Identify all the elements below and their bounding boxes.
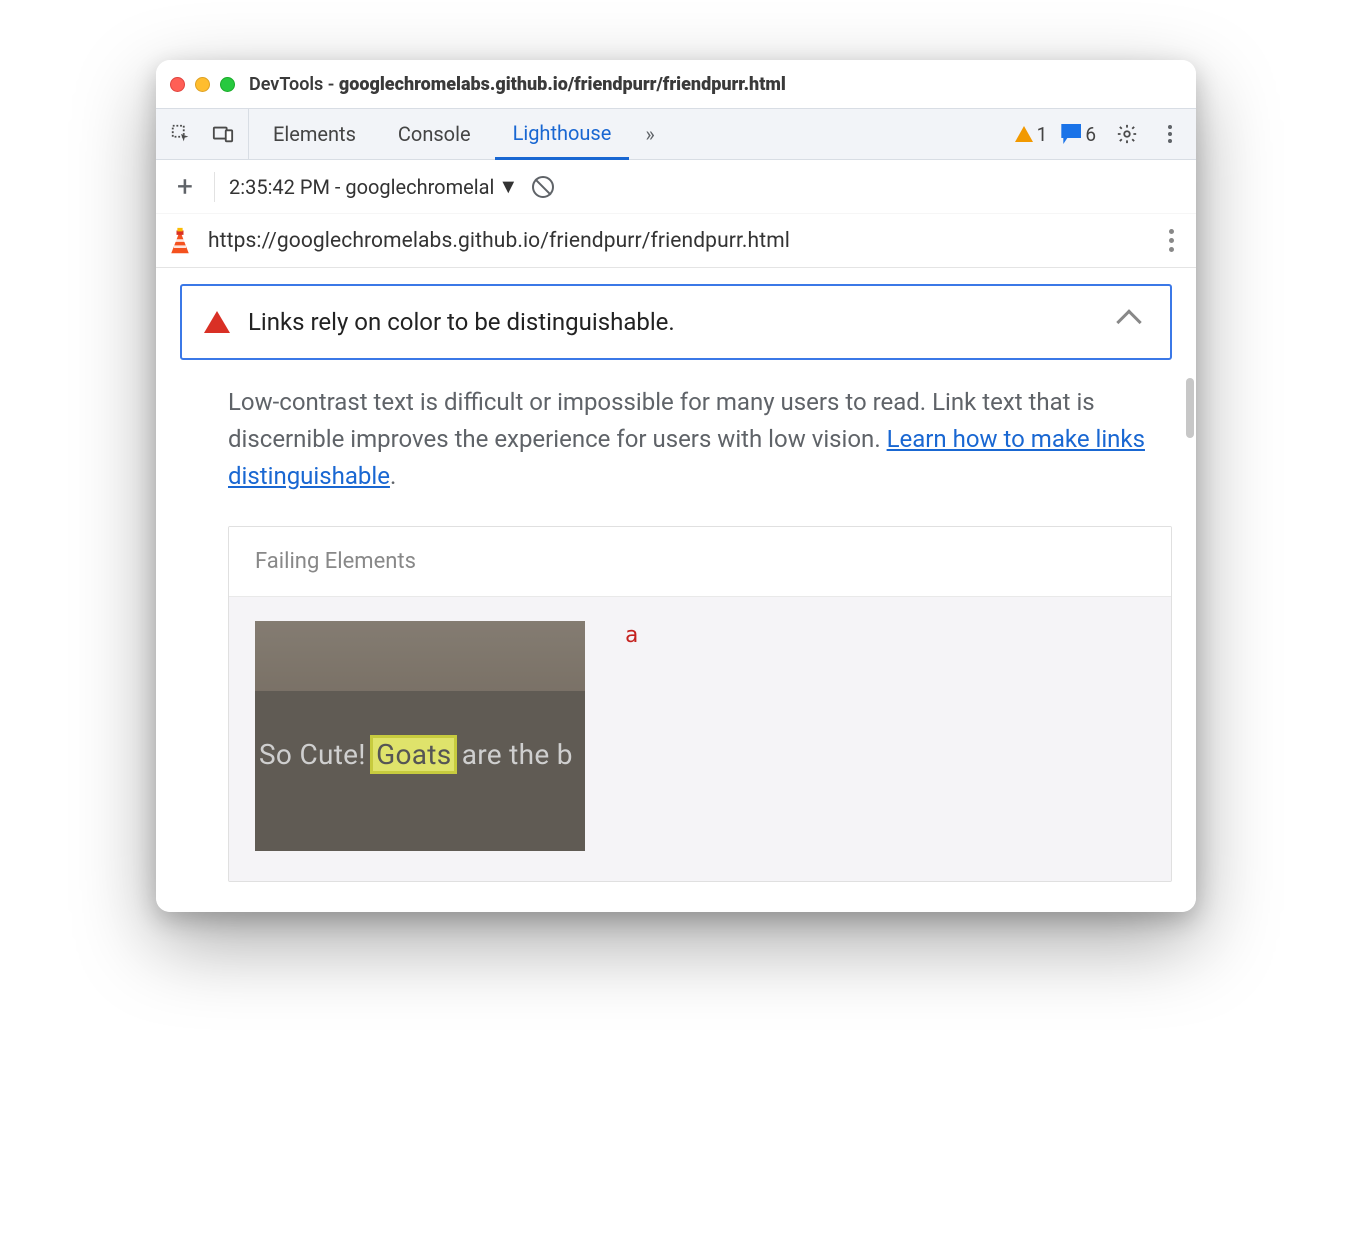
window-title-host: googlechromelabs.github.io/friendpurr/fr… [339,74,786,95]
tab-elements[interactable]: Elements [255,109,374,159]
tab-console[interactable]: Console [380,109,489,159]
failing-element-node[interactable]: a [625,621,638,648]
traffic-lights [170,77,235,92]
lighthouse-report-content: Links rely on color to be distinguishabl… [156,268,1196,912]
audit-description: Low-contrast text is difficult or imposs… [228,384,1172,496]
audit-desc-suffix: . [390,462,396,490]
thumb-text-post: are the b [454,738,572,771]
devtools-tabstrip: Elements Console Lighthouse » 1 6 [156,108,1196,160]
report-url: https://googlechromelabs.github.io/frien… [208,229,790,253]
chevron-up-icon [1116,309,1141,334]
report-selector-label: 2:35:42 PM - googlechromelal [229,175,494,199]
device-toolbar-icon[interactable] [206,117,240,151]
element-screenshot-thumbnail[interactable]: So Cute! Goats are the b [255,621,585,851]
inspect-element-icon[interactable] [164,117,198,151]
devtools-window: DevTools - googlechromelabs.github.io/fr… [156,60,1196,912]
report-selector[interactable]: 2:35:42 PM - googlechromelal ▼ [229,174,518,199]
message-icon [1061,124,1081,144]
warnings-badge[interactable]: 1 [1015,123,1048,146]
thumbnail-caption: So Cute! Goats are the b [255,738,585,771]
audit-header[interactable]: Links rely on color to be distinguishabl… [180,284,1172,360]
lighthouse-icon [166,227,194,255]
messages-badge[interactable]: 6 [1061,123,1096,146]
window-title-prefix: DevTools - [249,74,339,95]
window-title: DevTools - googlechromelabs.github.io/fr… [249,74,786,95]
audit-title: Links rely on color to be distinguishabl… [248,308,1102,336]
error-icon [204,311,230,333]
thumb-text-pre: So Cute! [259,738,373,771]
tabstrip-right: 1 6 [1015,117,1188,151]
lighthouse-toolbar: + 2:35:42 PM - googlechromelal ▼ [156,160,1196,214]
failing-elements-body: So Cute! Goats are the b a [229,597,1171,881]
settings-button[interactable] [1110,117,1144,151]
clear-report-icon[interactable] [532,176,554,198]
messages-count: 6 [1085,123,1096,146]
warnings-count: 1 [1037,123,1048,146]
more-options-button[interactable] [1158,122,1182,146]
report-url-row: https://googlechromelabs.github.io/frien… [156,214,1196,268]
dropdown-icon: ▼ [498,174,518,199]
toolbar-divider [214,172,215,202]
warning-icon [1015,126,1033,142]
scrollbar-thumb[interactable] [1186,378,1194,438]
tabstrip-left-tools [164,109,249,159]
window-titlebar: DevTools - googlechromelabs.github.io/fr… [156,60,1196,108]
tab-lighthouse[interactable]: Lighthouse [495,110,630,160]
close-window-button[interactable] [170,77,185,92]
zoom-window-button[interactable] [220,77,235,92]
failing-elements-section: Failing Elements So Cute! Goats are the … [228,526,1172,882]
failing-elements-heading: Failing Elements [229,527,1171,597]
more-tabs-button[interactable]: » [635,122,664,146]
new-report-button[interactable]: + [170,170,200,203]
minimize-window-button[interactable] [195,77,210,92]
report-menu-button[interactable] [1169,229,1174,252]
thumb-highlight: Goats [373,738,454,771]
